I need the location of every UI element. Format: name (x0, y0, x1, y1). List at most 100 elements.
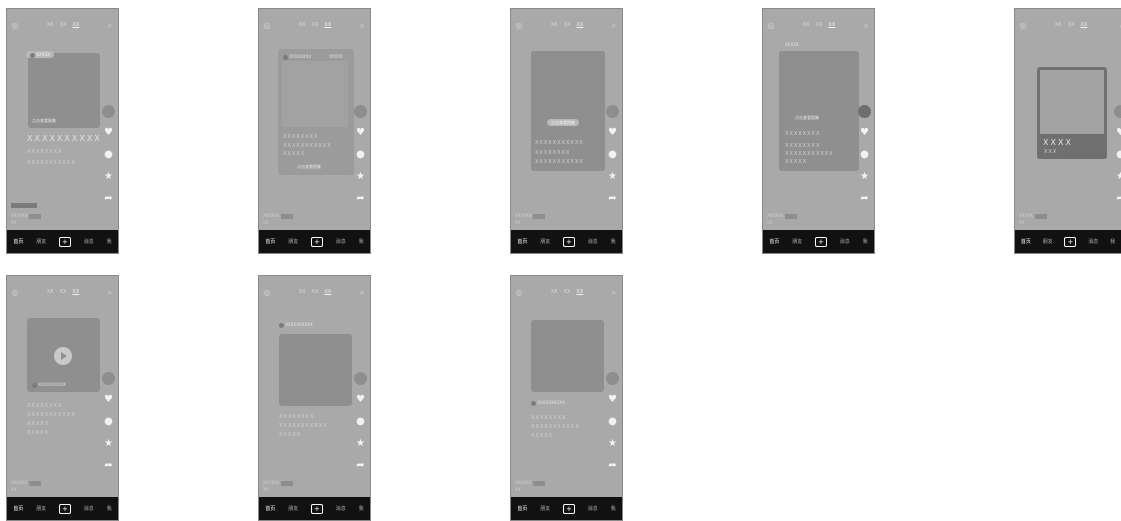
heart-icon[interactable]: ♥ (1114, 126, 1121, 140)
tab-2[interactable]: XX (60, 289, 67, 299)
live-icon[interactable]: ◎ (515, 22, 523, 30)
nav-friends[interactable]: 朋友 (36, 505, 46, 512)
comment-icon[interactable]: ● (858, 148, 871, 162)
tab-2[interactable]: XX (816, 22, 823, 32)
avatar[interactable] (102, 372, 115, 385)
search-icon[interactable]: ⌕ (610, 289, 618, 297)
avatar[interactable] (354, 372, 367, 385)
tab-1[interactable]: XX (551, 289, 558, 299)
nav-home[interactable]: 首页 (13, 238, 23, 245)
tab-1[interactable]: XX (1055, 22, 1062, 32)
share-icon[interactable]: ➦ (1114, 192, 1121, 206)
avatar[interactable] (606, 105, 619, 118)
heart-icon[interactable]: ♥ (102, 393, 115, 407)
avatar[interactable] (858, 105, 871, 118)
comment-icon[interactable]: ● (102, 415, 115, 429)
tab-1[interactable]: XX (299, 22, 306, 32)
nav-me[interactable]: 我 (107, 238, 112, 245)
follow-pill[interactable] (785, 213, 798, 219)
author-info[interactable]: XXXXXX (263, 480, 294, 486)
nav-messages[interactable]: 消息 (84, 505, 94, 512)
star-icon[interactable]: ★ (102, 170, 115, 184)
live-icon[interactable]: ◎ (767, 22, 775, 30)
search-icon[interactable]: ⌕ (358, 22, 366, 30)
nav-messages[interactable]: 消息 (336, 238, 346, 245)
tab-1[interactable]: XX (551, 22, 558, 32)
follow-pill[interactable] (29, 480, 42, 486)
nav-messages[interactable]: 消息 (84, 238, 94, 245)
avatar[interactable] (102, 105, 115, 118)
star-icon[interactable]: ★ (1114, 170, 1121, 184)
nav-me[interactable]: 我 (1110, 238, 1115, 245)
nav-messages[interactable]: 消息 (588, 238, 598, 245)
nav-friends[interactable]: 朋友 (1043, 238, 1053, 245)
search-icon[interactable]: ⌕ (862, 22, 870, 30)
follow-pill[interactable] (533, 480, 546, 486)
share-icon[interactable]: ➦ (858, 192, 871, 206)
star-icon[interactable]: ★ (102, 437, 115, 451)
tab-2[interactable]: XX (564, 289, 571, 299)
author-info[interactable]: XXXXXX (515, 480, 546, 486)
star-icon[interactable]: ★ (606, 437, 619, 451)
tab-1[interactable]: XX (299, 289, 306, 299)
post-image[interactable] (531, 320, 604, 392)
comment-icon[interactable]: ● (1114, 148, 1121, 162)
play-icon[interactable] (54, 347, 72, 365)
search-icon[interactable]: ⌕ (358, 289, 366, 297)
nav-plus-button[interactable]: + (58, 236, 71, 247)
comment-icon[interactable]: ● (354, 415, 367, 429)
live-icon[interactable]: ◎ (11, 289, 19, 297)
nav-friends[interactable]: 朋友 (540, 238, 550, 245)
tab-3[interactable]: XX (576, 289, 583, 299)
nav-messages[interactable]: 消息 (840, 238, 850, 245)
author-info[interactable]: XXXXXX (767, 213, 798, 219)
tab-2[interactable]: XX (312, 289, 319, 299)
tab-2[interactable]: XX (1068, 22, 1075, 32)
nav-plus-button[interactable]: + (1064, 236, 1077, 247)
comment-icon[interactable]: ● (354, 148, 367, 162)
avatar[interactable] (606, 372, 619, 385)
nav-me[interactable]: 我 (611, 238, 616, 245)
nav-home[interactable]: 首页 (517, 238, 527, 245)
nav-plus-button[interactable]: + (310, 503, 323, 514)
tab-1[interactable]: XX (47, 22, 54, 32)
star-icon[interactable]: ★ (354, 437, 367, 451)
follow-pill[interactable] (29, 213, 42, 219)
tab-3[interactable]: XX (1080, 22, 1087, 32)
share-icon[interactable]: ➦ (354, 459, 367, 473)
nav-plus-button[interactable]: + (562, 503, 575, 514)
nav-plus-button[interactable]: + (814, 236, 827, 247)
nav-friends[interactable]: 朋友 (540, 505, 550, 512)
search-icon[interactable]: ⌕ (106, 22, 114, 30)
heart-icon[interactable]: ♥ (606, 393, 619, 407)
share-icon[interactable]: ➦ (102, 459, 115, 473)
author-info[interactable]: XXXXXX (11, 480, 42, 486)
live-icon[interactable]: ◎ (515, 289, 523, 297)
tab-2[interactable]: XX (312, 22, 319, 32)
avatar[interactable] (354, 105, 367, 118)
nav-friends[interactable]: 朋友 (792, 238, 802, 245)
nav-home[interactable]: 首页 (517, 505, 527, 512)
share-icon[interactable]: ➦ (606, 459, 619, 473)
nav-friends[interactable]: 朋友 (36, 238, 46, 245)
follow-pill[interactable] (533, 213, 546, 219)
live-icon[interactable]: ◎ (263, 22, 271, 30)
media-card[interactable] (28, 53, 100, 128)
view-gallery-chip[interactable]: 点击查看图集 (547, 119, 579, 126)
post-image[interactable] (282, 61, 348, 127)
nav-friends[interactable]: 朋友 (288, 505, 298, 512)
tab-3[interactable]: XX (576, 22, 583, 32)
tab-3[interactable]: XX (324, 289, 331, 299)
heart-icon[interactable]: ♥ (858, 126, 871, 140)
nav-me[interactable]: 我 (359, 238, 364, 245)
nav-plus-button[interactable]: + (58, 503, 71, 514)
nav-plus-button[interactable]: + (562, 236, 575, 247)
nav-friends[interactable]: 朋友 (288, 238, 298, 245)
comment-icon[interactable]: ● (102, 148, 115, 162)
nav-messages[interactable]: 消息 (336, 505, 346, 512)
avatar[interactable] (1114, 105, 1121, 118)
tab-2[interactable]: XX (564, 22, 571, 32)
tab-3[interactable]: XX (72, 22, 79, 32)
gallery-hint[interactable]: 点击查看图集 (297, 164, 321, 170)
live-icon[interactable]: ◎ (263, 289, 271, 297)
